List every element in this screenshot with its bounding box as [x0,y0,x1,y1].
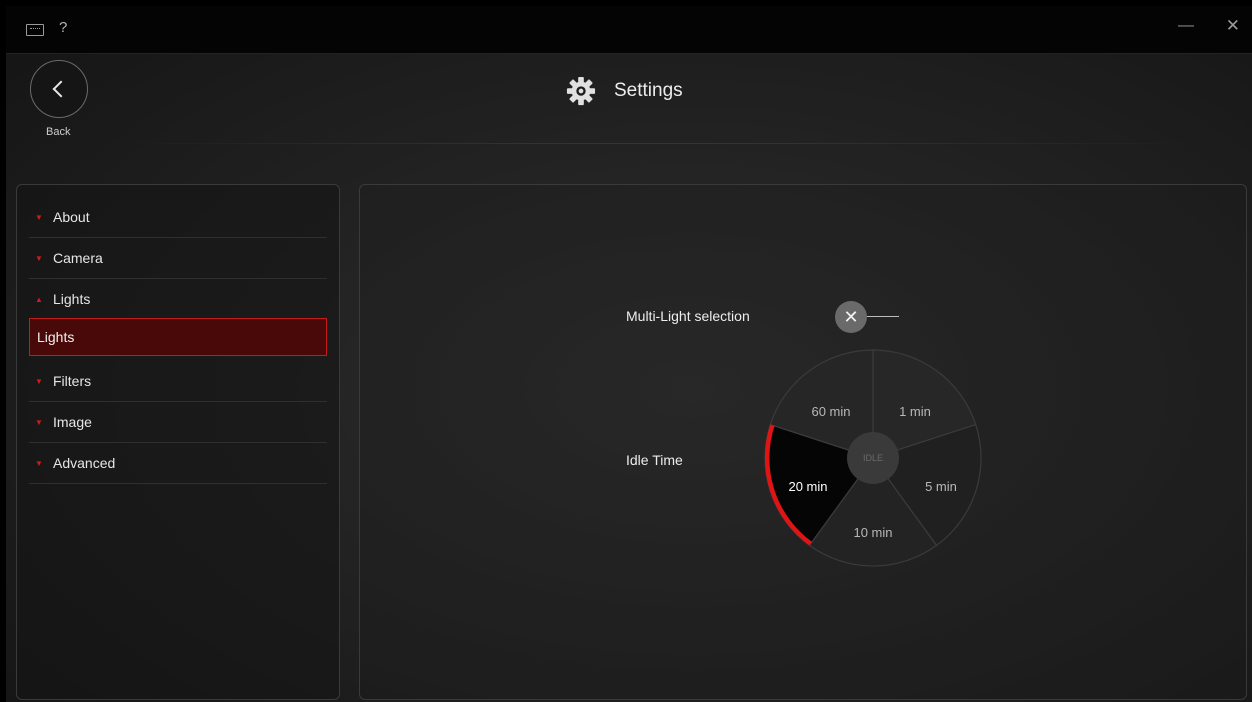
close-button[interactable]: ✕ [1226,16,1240,36]
idle-time-label: Idle Time [626,452,683,468]
page-header: Settings [566,76,683,106]
sidebar-item-lights[interactable]: ▲ Lights [29,279,327,319]
page-title: Settings [614,80,683,101]
sidebar-item-label: Filters [53,373,92,389]
sidebar-item-label: About [53,209,90,225]
sidebar-subitem-label: Lights [37,329,75,345]
minimize-button[interactable]: — [1178,17,1194,35]
idle-option-label: 5 min [925,479,957,494]
chevron-left-icon [52,80,70,98]
sidebar-item-label: Lights [53,291,91,307]
idle-option-label-selected: 20 min [788,479,827,494]
chevron-down-icon: ▼ [35,212,43,222]
toggle-track [867,316,899,317]
idle-center-label: IDLE [863,453,883,463]
chevron-down-icon: ▼ [35,376,43,386]
sidebar-item-label: Camera [53,250,103,266]
keyboard-icon[interactable] [26,24,44,36]
sidebar-item-image[interactable]: ▼ Image [29,402,327,443]
sidebar-item-camera[interactable]: ▼ Camera [29,238,327,279]
idle-time-dial: IDLE 1 min 5 min 10 min 20 min 60 min [764,349,982,567]
chevron-down-icon: ▼ [35,458,43,468]
chevron-up-icon: ▲ [35,294,43,304]
sidebar-item-label: Image [53,414,92,430]
title-bar: ? — ✕ [6,6,1252,54]
multi-light-label: Multi-Light selection [626,308,750,324]
help-button[interactable]: ? [59,19,67,36]
gear-icon [566,76,596,106]
sidebar-item-advanced[interactable]: ▼ Advanced [29,443,327,484]
multi-light-toggle[interactable]: ✕ [835,301,867,333]
sidebar-item-about[interactable]: ▼ About [29,197,327,238]
back-label: Back [46,126,71,138]
sidebar-item-label: Advanced [53,455,116,471]
chevron-down-icon: ▼ [35,417,43,427]
idle-option-label: 1 min [899,404,931,419]
idle-option-label: 10 min [853,525,892,540]
chevron-down-icon: ▼ [35,253,43,263]
app-window: ? — ✕ Back Settings ▼ About ▼ Camera ▲ L… [6,6,1252,702]
header-divider [116,143,1196,144]
sidebar-subitem-lights[interactable]: Lights [29,318,327,356]
close-icon: ✕ [843,306,859,327]
sidebar-item-filters[interactable]: ▼ Filters [29,361,327,402]
sidebar: ▼ About ▼ Camera ▲ Lights Lights ▼ Filte… [16,184,340,700]
back-button[interactable] [30,60,88,118]
idle-option-label: 60 min [811,404,850,419]
